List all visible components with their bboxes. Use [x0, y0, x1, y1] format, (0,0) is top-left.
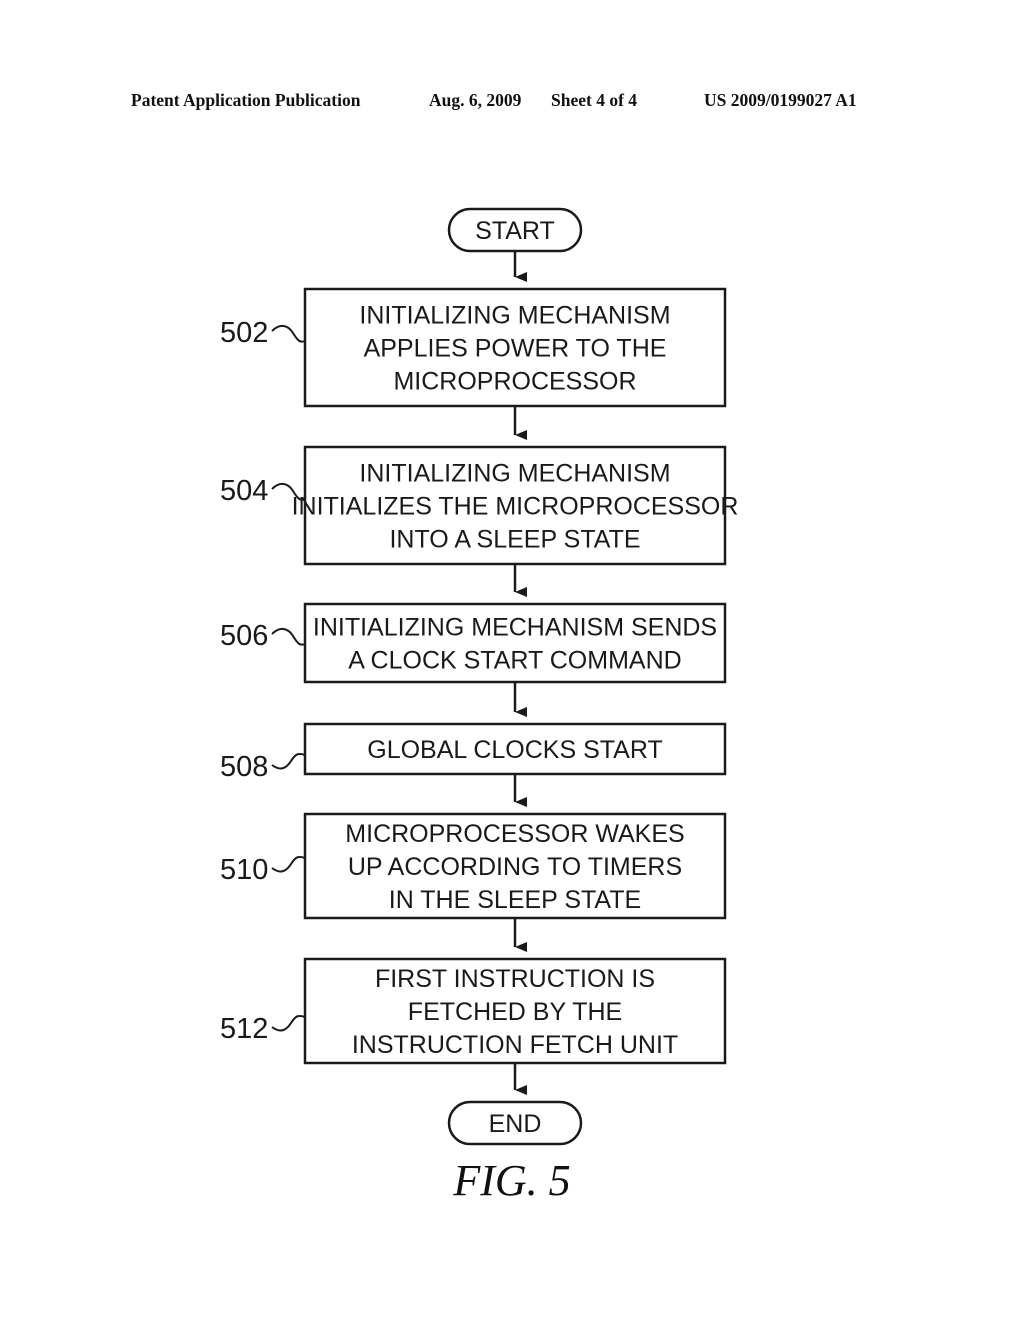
process-text-line: FIRST INSTRUCTION IS	[375, 965, 655, 993]
leader-line	[271, 628, 306, 646]
flowchart-diagram: START INITIALIZING MECHANISM APPLIES POWER…	[220, 207, 739, 1205]
reference-numeral: 512	[220, 1013, 268, 1045]
process-text-line: UP ACCORDING TO TIMERS	[348, 853, 682, 881]
reference-numeral: 502	[220, 317, 268, 349]
reference-numeral: 508	[220, 751, 268, 783]
process-text-line: INITIALIZES THE MICROPROCESSOR	[292, 493, 739, 521]
process-text-line: APPLIES POWER TO THE	[364, 335, 667, 363]
process-text-line: MICROPROCESSOR	[393, 368, 636, 396]
process-text-line: INITIALIZING MECHANISM	[359, 302, 670, 330]
process-text-line: INTO A SLEEP STATE	[389, 526, 640, 554]
process-text-line: GLOBAL CLOCKS START	[367, 736, 662, 764]
process-text-line: INITIALIZING MECHANISM SENDS	[313, 614, 717, 642]
leader-line	[271, 752, 306, 770]
process-text-line: FETCHED BY THE	[408, 998, 622, 1026]
process-text-line: INSTRUCTION FETCH UNIT	[352, 1031, 678, 1059]
process-text-line: IN THE SLEEP STATE	[389, 886, 641, 914]
reference-numeral: 506	[220, 620, 268, 652]
leader-line	[271, 1014, 306, 1032]
start-label: START	[475, 217, 555, 245]
leader-line	[271, 325, 306, 343]
process-text-line: A CLOCK START COMMAND	[348, 647, 681, 675]
reference-numeral: 510	[220, 854, 268, 886]
figure-label: FIG. 5	[452, 1156, 570, 1205]
process-text-line: MICROPROCESSOR WAKES	[345, 820, 684, 848]
leader-line	[271, 855, 306, 873]
end-label: END	[489, 1110, 542, 1138]
process-text-line: INITIALIZING MECHANISM	[359, 460, 670, 488]
reference-numeral: 504	[220, 475, 268, 507]
